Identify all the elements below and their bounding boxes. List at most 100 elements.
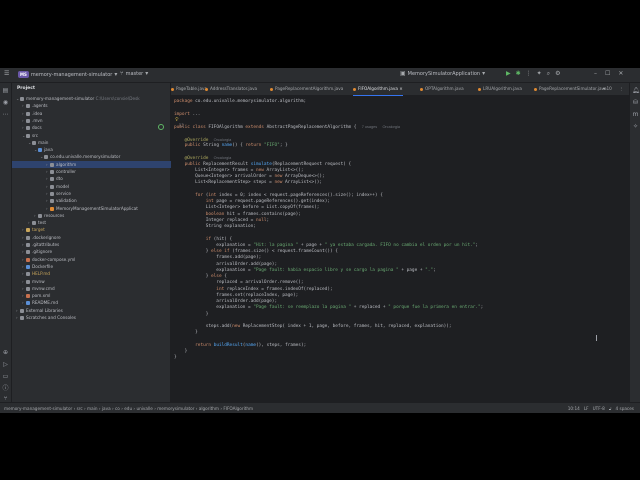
code-editor[interactable]: package co.edu.univalle.memorysimulator.… (158, 96, 626, 402)
project-tree-item[interactable]: ⌄ memory-management-simulator C:\Users\co… (12, 95, 174, 102)
project-tree-item[interactable]: › test (12, 219, 186, 226)
code-line[interactable]: int replaceIndex = frames.indexOf(replac… (174, 287, 332, 293)
breadcrumb-item[interactable]: memory-management-simulator (4, 406, 72, 411)
code-line[interactable]: return buildResult(name(), steps, frames… (174, 343, 306, 349)
code-line[interactable]: } (174, 355, 177, 361)
code-line[interactable]: if (hit) { (174, 237, 232, 243)
code-line[interactable]: List<ReplacementStep> steps = new ArrayL… (174, 180, 322, 186)
project-tree-item[interactable]: › README.md (12, 299, 180, 306)
project-tree-item[interactable]: › mvnw (12, 278, 180, 285)
tab-pagetable[interactable]: PageTable.java (171, 83, 207, 95)
debug-icon[interactable]: ✱ (516, 71, 521, 77)
code-line[interactable]: List<Integer> before = List.copyOf(frame… (174, 205, 320, 211)
project-tree-item[interactable]: ⌄ java (12, 146, 192, 153)
code-line[interactable]: frames.set(replaceIndex, page); (174, 293, 298, 299)
structure-tool-icon[interactable]: ⋯ (2, 111, 9, 118)
code-line[interactable]: String explanation; (174, 224, 256, 230)
tab-overflow-menu[interactable]: ⋮ (619, 83, 623, 95)
lightbulb-icon[interactable]: 💡︎ (175, 117, 179, 123)
code-line[interactable]: package co.edu.univalle.memorysimulator.… (174, 99, 306, 105)
project-tree-item[interactable]: › docs (12, 124, 180, 131)
code-line[interactable]: explanation = "Hit: la pagina " + page +… (174, 243, 478, 249)
commit-tool-icon[interactable]: ◉ (2, 99, 9, 106)
project-tree-item[interactable]: › docker-compose.yml (12, 256, 180, 263)
code-line[interactable]: @Override Orcalorgia (174, 155, 232, 161)
code-line[interactable]: List<Integer> frames = new ArrayList<>()… (174, 168, 303, 174)
usages-hint[interactable]: 7 usages (362, 125, 377, 129)
run-config-selector[interactable]: ▣ MemorySimulatorApplication ▾ (400, 71, 485, 78)
settings-gear-icon[interactable]: ⚙ (555, 71, 560, 77)
notifications-icon[interactable]: 🔔︎ (632, 87, 640, 94)
close-tab-icon[interactable]: × (398, 86, 403, 91)
maximize-icon[interactable]: ☐ (605, 71, 610, 77)
services-tool-icon[interactable]: ⊕ (2, 349, 9, 356)
tab-pagereplacementsimulator[interactable]: PageReplacementSimulator.java (534, 83, 607, 95)
code-line[interactable]: public ReplacementResult simulate(Replac… (174, 162, 352, 168)
code-line[interactable]: steps.add(new ReplacementStep( index + 1… (174, 324, 452, 330)
caret-position[interactable]: 10:14 (568, 406, 580, 411)
project-switcher[interactable]: MS memory-management-simulator ▾ (18, 71, 117, 78)
run-tool-icon[interactable]: ▷ (2, 361, 9, 368)
minimize-icon[interactable]: – (594, 71, 597, 77)
project-tree-item[interactable]: › resources (12, 212, 192, 219)
project-tree-item[interactable]: › .gitattributes (12, 241, 180, 248)
code-line[interactable]: public String name() { return "FIFO"; } (174, 143, 288, 149)
code-line[interactable]: replaced = arrivalOrder.remove(); (174, 280, 303, 286)
breadcrumb-item[interactable]: memorysimulator (157, 406, 194, 411)
project-tree-item[interactable]: › mvnw.cmd (12, 285, 180, 292)
git-tool-icon[interactable]: ⑂ (2, 395, 9, 402)
problems-tool-icon[interactable]: ⓘ (2, 385, 9, 392)
terminal-tool-icon[interactable]: ▭ (2, 373, 9, 380)
project-tree-item[interactable]: ⌄ src (12, 132, 180, 139)
project-tree-item[interactable]: › pom.xml (12, 292, 180, 299)
code-line[interactable]: boolean hit = frames.contains(page); (174, 212, 301, 218)
tab-optalgorithm[interactable]: OPTAlgorithm.java (420, 83, 464, 95)
project-tree-item[interactable]: › External Libraries (12, 307, 174, 314)
file-encoding[interactable]: UTF-8 (593, 406, 605, 411)
project-tree-item[interactable]: › HELP.md (12, 270, 180, 277)
code-line[interactable]: explanation = "Page fault: se reemplazo … (174, 305, 483, 311)
author-hint[interactable]: Orcalorgia (382, 125, 400, 129)
more-tabs-button[interactable]: ▾ 10 (603, 83, 612, 95)
project-tree-item[interactable]: › .agents (12, 102, 180, 109)
project-tree-item[interactable]: › .idea (12, 110, 180, 117)
breadcrumb-item[interactable]: univalle (136, 406, 152, 411)
search-icon[interactable]: ⌕ (547, 71, 550, 77)
line-separator[interactable]: LF (584, 406, 589, 411)
run-icon[interactable]: ▶ (506, 71, 511, 77)
maven-tool-icon[interactable]: m (632, 111, 639, 118)
breadcrumb-item[interactable]: main (87, 406, 97, 411)
project-tree-item[interactable]: ⌄ main (12, 139, 186, 146)
more-actions-icon[interactable]: ⋮ (526, 71, 532, 77)
readonly-lock-icon[interactable]: 🔓︎ (609, 406, 612, 411)
code-line[interactable]: } (174, 330, 198, 336)
branch-switcher[interactable]: ⑂ master ▾ (120, 71, 148, 78)
ai-assistant-icon[interactable]: ✦ (537, 71, 542, 77)
project-tree-item[interactable]: › .gitignore (12, 248, 180, 255)
breadcrumb-item[interactable]: edu (124, 406, 132, 411)
breadcrumb-item[interactable]: java (102, 406, 111, 411)
indent-setting[interactable]: 4 spaces (616, 406, 634, 411)
breadcrumb-item[interactable]: FIFOAlgorithm (223, 406, 253, 411)
ai-chat-icon[interactable]: ✧ (632, 123, 639, 130)
implements-gutter-icon[interactable] (158, 124, 164, 130)
breadcrumb-item[interactable]: algorithm (199, 406, 219, 411)
project-tree-item[interactable]: › Dockerfile (12, 263, 180, 270)
code-line[interactable]: @Override Orcalorgia (174, 137, 232, 143)
tab-pagereplacementalgorithm[interactable]: PageReplacementAlgorithm.java (270, 83, 343, 95)
tab-lrualgorithm[interactable]: LRUAlgorithm.java (478, 83, 522, 95)
project-tree-item[interactable]: › .dockerignore (12, 234, 180, 241)
tab-fifoalgorithm[interactable]: FIFOAlgorithm.java × (353, 83, 403, 96)
author-hint[interactable]: Orcalorgia (214, 156, 232, 160)
close-icon[interactable]: ✕ (618, 71, 623, 77)
author-hint[interactable]: Orcalorgia (214, 138, 232, 142)
project-tool-icon[interactable]: ▤ (2, 87, 9, 94)
project-tree-item[interactable]: › target (12, 226, 180, 233)
project-tree-item[interactable]: › Scratches and Consoles (12, 314, 174, 321)
project-tree-item[interactable]: › .mvn (12, 117, 180, 124)
code-line[interactable]: for (int index = 0; index < request.page… (174, 193, 383, 199)
code-line[interactable]: frames.add(page); (174, 255, 261, 261)
code-line[interactable]: explanation = "Page fault: habia espacio… (174, 268, 435, 274)
code-line[interactable]: arrivalOrder.add(page); (174, 262, 277, 268)
code-line[interactable]: } (174, 312, 209, 318)
